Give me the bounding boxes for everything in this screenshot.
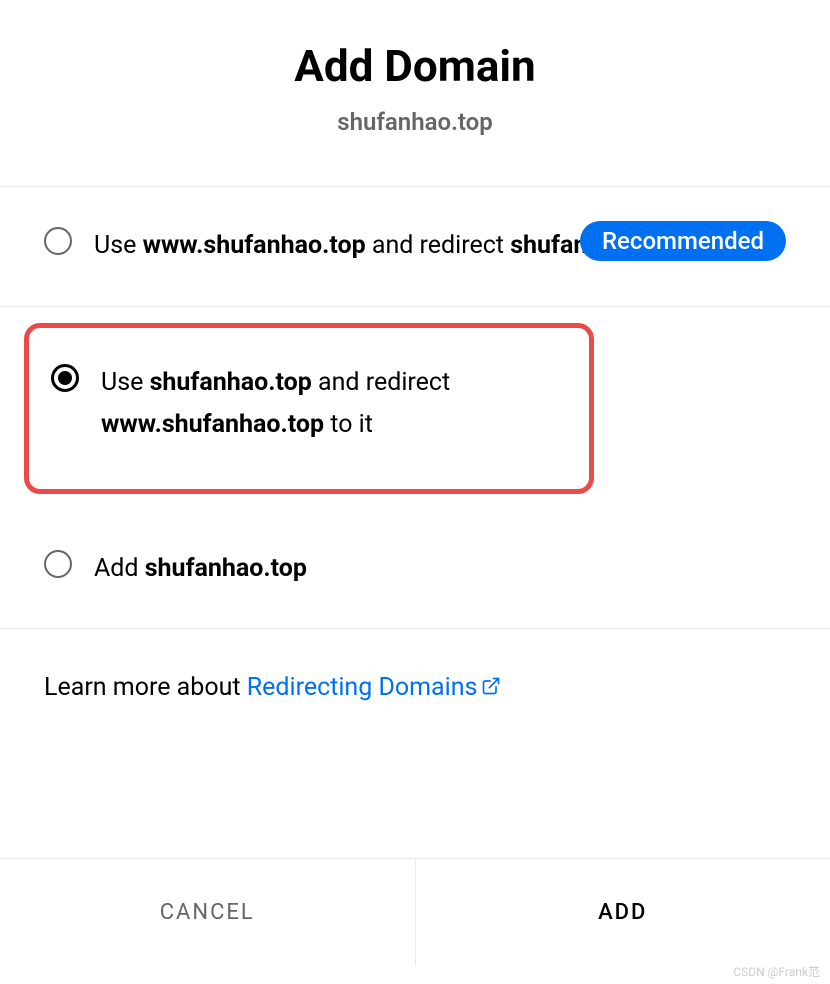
option-www-primary[interactable]: Use www.shufanhao.top and redirect shufa… [0, 187, 830, 307]
dialog-title: Add Domain [20, 40, 810, 92]
watermark-text: CSDN @Frank范 [733, 963, 820, 980]
learn-more-prefix: Learn more about [44, 673, 247, 702]
radio-selected-icon[interactable] [51, 364, 79, 392]
option-label: Add shufanhao.top [94, 548, 786, 591]
option-add-only[interactable]: Add shufanhao.top [0, 510, 830, 630]
learn-more-section: Learn more about Redirecting Domains [0, 629, 830, 767]
option-label: Use shufanhao.top and redirect www.shufa… [101, 362, 567, 447]
radio-unselected-icon[interactable] [44, 550, 72, 578]
option-apex-primary[interactable]: Use shufanhao.top and redirect www.shufa… [24, 323, 594, 494]
recommended-badge: Recommended [580, 221, 786, 261]
radio-unselected-icon[interactable] [44, 227, 72, 255]
dialog-subtitle: shufanhao.top [20, 108, 810, 136]
redirecting-domains-link[interactable]: Redirecting Domains [247, 673, 502, 702]
dialog-footer: CANCEL ADD [0, 858, 830, 966]
options-list: Use www.shufanhao.top and redirect shufa… [0, 186, 830, 629]
dialog-header: Add Domain shufanhao.top [0, 0, 830, 186]
cancel-button[interactable]: CANCEL [0, 859, 416, 966]
add-button[interactable]: ADD [416, 859, 830, 966]
external-link-icon [481, 674, 501, 703]
